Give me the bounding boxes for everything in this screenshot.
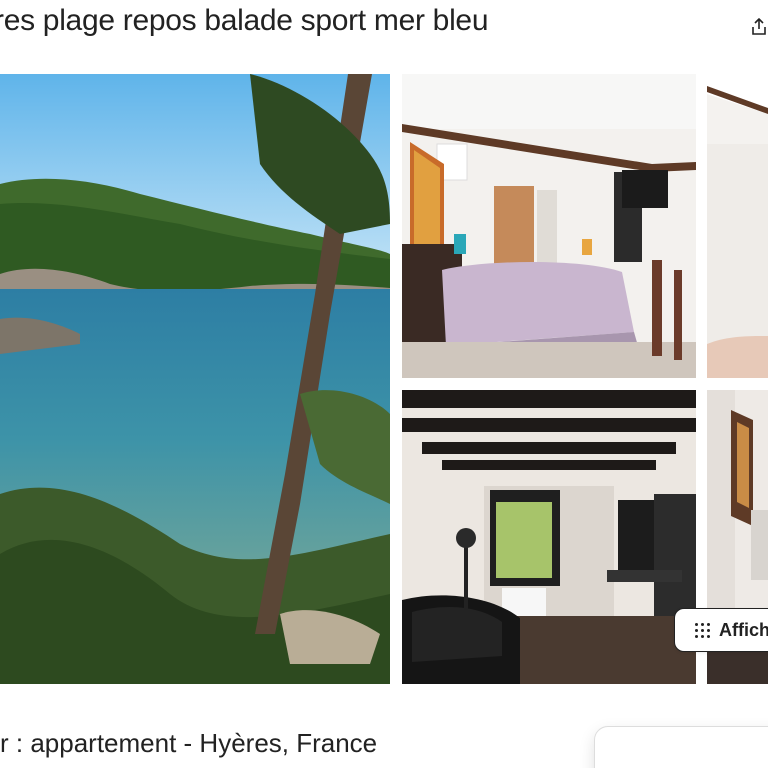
grid-dots-icon: [695, 622, 710, 638]
main-photo-coast[interactable]: [0, 74, 390, 684]
share-button[interactable]: [744, 12, 768, 42]
show-all-photos-label: Affich: [719, 619, 768, 640]
bedroom-photo[interactable]: [402, 74, 696, 378]
living-room-photo[interactable]: [402, 390, 696, 684]
share-icon: [752, 18, 766, 35]
listing-subtitle: r : appartement - Hyères, France: [0, 728, 378, 758]
room-photo-partial[interactable]: [707, 74, 768, 378]
listing-title: res plage repos balade sport mer bleu: [0, 4, 489, 37]
booking-card[interactable]: [594, 726, 768, 768]
show-all-photos-button[interactable]: Affich: [674, 608, 768, 652]
